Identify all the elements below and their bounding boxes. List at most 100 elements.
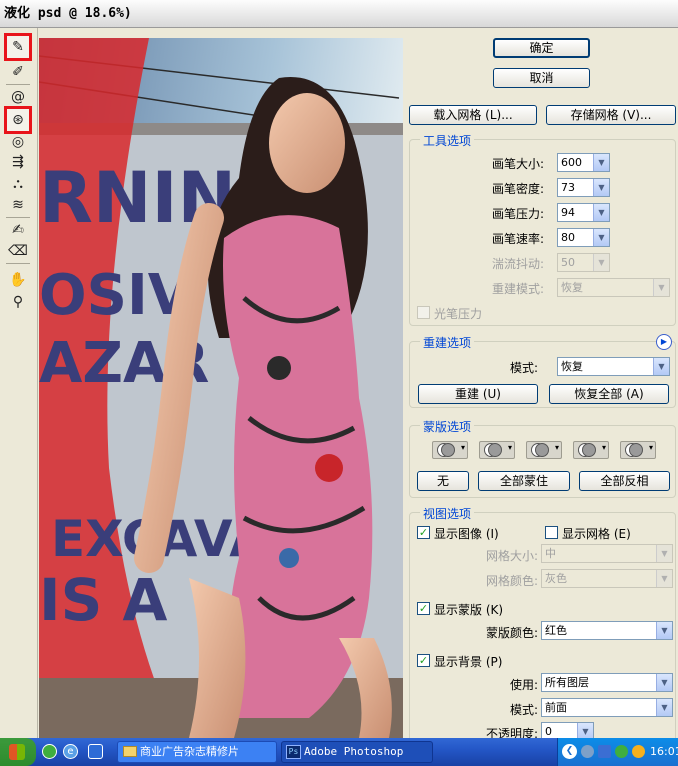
chevron-down-icon[interactable]: ▼ [593,229,609,246]
chevron-down-icon[interactable]: ▼ [656,674,672,691]
photoshop-icon: Ps [286,745,301,759]
show-backdrop-checkbox[interactable]: ✓ [417,654,430,667]
mesh-size-label: 网格大小: [485,549,538,563]
turbulence-tool-icon[interactable]: ≋ [7,195,29,215]
tool-separator [6,263,30,264]
turbulent-jitter-label: 湍流抖动: [491,257,544,271]
brush-density-value: 73 [561,181,575,194]
start-button[interactable] [0,738,36,766]
network-icon[interactable] [581,745,594,758]
folder-icon [123,746,137,757]
window-title: 液化 psd @ 18.6%) [4,6,132,21]
ok-button[interactable]: 确定 [493,38,590,58]
restore-all-button[interactable]: 恢复全部 (A) [549,384,669,404]
backdrop-mode-label: 模式: [509,703,538,717]
intersect-selection-icon[interactable]: ▾ [573,441,609,459]
brush-size-combo[interactable]: 600 ▼ [557,153,610,172]
mask-options-group: 蒙版选项 ▾ ▾ ▾ ▾ ▾ 无 全部蒙住 全部反相 [409,418,676,498]
windows-logo-icon [9,744,25,760]
use-layer-select[interactable]: 所有图层 ▼ [541,673,673,692]
show-mesh-checkbox[interactable] [545,526,558,539]
brush-density-combo[interactable]: 73 ▼ [557,178,610,197]
reconstruct-mode-label: 模式: [509,361,538,375]
mask-all-button[interactable]: 全部蒙住 [478,471,570,491]
brush-pressure-combo[interactable]: 94 ▼ [557,203,610,222]
mesh-color-label: 网格颜色: [485,574,538,588]
tray-collapse-icon[interactable]: ❮ [562,744,577,759]
tool-palette: ✎ ✐ @ ⊛ ◎ ⇶ ⛬ ≋ ✍ ⌫ ✋ ⚲ [0,28,38,738]
reconstruct-mode-select[interactable]: 恢复 ▼ [557,357,670,376]
push-left-tool-icon[interactable]: ⇶ [7,152,29,172]
brush-rate-combo[interactable]: 80 ▼ [557,228,610,247]
replace-selection-icon[interactable]: ▾ [432,441,468,459]
window-title-bar: 液化 psd @ 18.6%) [0,0,678,28]
security-alert-icon[interactable] [598,745,611,758]
freeze-mask-tool-icon[interactable]: ✍ [7,220,29,240]
reconstruct-tool-icon[interactable]: ✐ [7,62,29,82]
view-options-title: 视图选项 [420,505,475,522]
backdrop-mode-select[interactable]: 前面 ▼ [541,698,673,717]
reconstruct-options-group: 重建选项 ▶ 模式: 恢复 ▼ 重建 (U) 恢复全部 (A) [409,334,676,408]
show-mask-checkbox[interactable]: ✓ [417,602,430,615]
photo-illustration: RNIN OSIV AZAR EXCAVA IS A [39,38,403,738]
tool-separator [6,84,30,85]
mask-color-label: 蒙版颜色: [485,626,538,640]
use-layer-label: 使用: [509,678,538,692]
brush-rate-label: 画笔速率: [491,232,544,246]
mirror-tool-icon[interactable]: ⛬ [7,174,29,194]
turbulent-jitter-value: 50 [561,256,575,269]
zoom-tool-icon[interactable]: ⚲ [7,292,29,312]
chevron-down-icon[interactable]: ▼ [656,699,672,716]
forward-warp-tool-icon[interactable]: ✎ [4,33,32,61]
chevron-down-icon[interactable]: ▼ [593,204,609,221]
clock: 16:01 [650,745,678,758]
chevron-down-icon[interactable]: ▼ [653,358,669,375]
expand-arrow-icon[interactable]: ▶ [656,334,672,350]
show-image-checkbox[interactable]: ✓ [417,526,430,539]
options-panel: 确定 取消 载入网格 (L)... 存储网格 (V)... 工具选项 画笔大小:… [406,28,678,742]
internet-explorer-icon[interactable]: e [63,744,78,759]
invert-selection-icon[interactable]: ▾ [620,441,656,459]
bloat-tool-icon[interactable]: ◎ [7,132,29,152]
sign-text: OSIV [39,263,192,328]
reconstruct-button[interactable]: 重建 (U) [418,384,538,404]
chevron-down-icon[interactable]: ▼ [593,154,609,171]
add-to-selection-icon[interactable]: ▾ [479,441,515,459]
load-mesh-button[interactable]: 载入网格 (L)... [409,105,537,125]
chevron-down-icon: ▼ [656,570,672,587]
brush-size-label: 画笔大小: [491,157,544,171]
pucker-tool-icon[interactable]: ⊛ [4,106,32,134]
show-desktop-icon[interactable] [42,744,57,759]
chevron-down-icon[interactable]: ▼ [593,179,609,196]
mesh-color-select: 灰色 ▼ [541,569,673,588]
turbulent-jitter-combo: 50 ▼ [557,253,610,272]
shield-icon[interactable] [615,745,628,758]
invert-all-button[interactable]: 全部反相 [579,471,670,491]
mask-none-button[interactable]: 无 [417,471,469,491]
system-tray: ❮ 16:01 [557,738,678,766]
tool-options-title: 工具选项 [420,132,475,149]
media-player-icon[interactable] [88,744,103,759]
taskbar-photoshop-button[interactable]: Ps Adobe Photoshop [281,741,433,763]
subtract-from-selection-icon[interactable]: ▾ [526,441,562,459]
mesh-color-value: 灰色 [545,572,567,585]
taskbar-folder-label: 商业广告杂志精修片 [140,745,239,758]
image-preview-canvas[interactable]: RNIN OSIV AZAR EXCAVA IS A [39,38,403,738]
save-mesh-button[interactable]: 存储网格 (V)... [546,105,676,125]
cancel-button[interactable]: 取消 [493,68,590,88]
chevron-down-icon[interactable]: ▼ [656,622,672,639]
mask-color-select[interactable]: 红色 ▼ [541,621,673,640]
hand-tool-icon[interactable]: ✋ [7,270,29,290]
chevron-down-icon: ▼ [593,254,609,271]
reconstruct-mode-combo: 恢复 ▼ [557,278,670,297]
thaw-mask-tool-icon[interactable]: ⌫ [7,241,29,261]
brush-rate-value: 80 [561,231,575,244]
chevron-down-icon: ▼ [656,545,672,562]
update-icon[interactable] [632,745,645,758]
brush-pressure-value: 94 [561,206,575,219]
taskbar-folder-button[interactable]: 商业广告杂志精修片 [117,741,277,763]
twirl-tool-icon[interactable]: @ [7,87,29,107]
use-layer-value: 所有图层 [545,676,589,689]
taskbar-photoshop-label: Adobe Photoshop [304,745,404,758]
view-options-group: 视图选项 ✓ 显示图像 (I) 显示网格 (E) 网格大小: 中 ▼ 网格颜色: … [409,505,676,742]
